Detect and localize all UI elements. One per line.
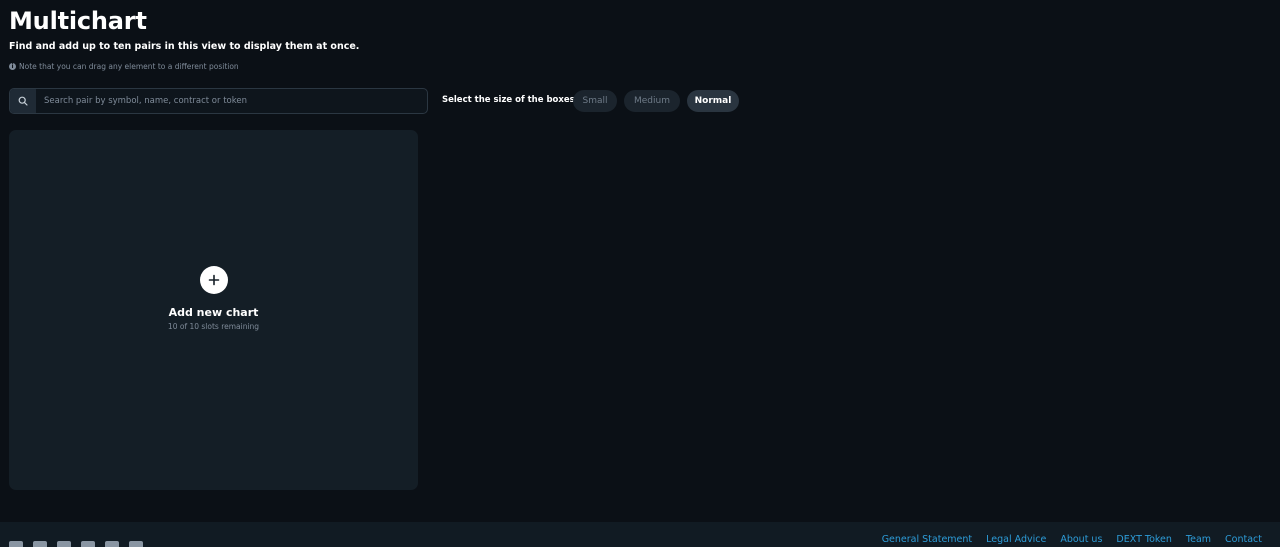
drag-note-text: Note that you can drag any element to a … — [19, 62, 239, 71]
footer-link-team[interactable]: Team — [1186, 534, 1211, 545]
youtube-icon[interactable] — [129, 541, 143, 547]
discord-icon[interactable] — [57, 541, 71, 547]
footer-link-legal-advice[interactable]: Legal Advice — [986, 534, 1046, 545]
footer-link-contact[interactable]: Contact — [1225, 534, 1262, 545]
page-title: Multichart — [9, 7, 147, 35]
footer-link-dext-token[interactable]: DEXT Token — [1116, 534, 1172, 545]
size-medium-button[interactable]: Medium — [624, 90, 680, 112]
chart-slot[interactable]: Add new chart 10 of 10 slots remaining — [9, 130, 418, 490]
reddit-icon[interactable] — [33, 541, 47, 547]
drag-note: i Note that you can drag any element to … — [9, 62, 239, 71]
multichart-page: Multichart Find and add up to ten pairs … — [0, 0, 1280, 547]
page-subtitle: Find and add up to ten pairs in this vie… — [9, 41, 360, 52]
search-button[interactable] — [10, 89, 36, 113]
add-chart-button[interactable] — [200, 266, 228, 294]
social-links — [9, 541, 143, 547]
size-normal-button[interactable]: Normal — [687, 90, 739, 112]
search-icon — [18, 96, 28, 106]
footer-link-general-statement[interactable]: General Statement — [882, 534, 972, 545]
instagram-icon[interactable] — [81, 541, 95, 547]
footer-link-about-us[interactable]: About us — [1060, 534, 1102, 545]
size-small-button[interactable]: Small — [573, 90, 617, 112]
slots-remaining: 10 of 10 slots remaining — [167, 322, 260, 331]
footer-links: General Statement Legal Advice About us … — [882, 534, 1262, 545]
tiktok-icon[interactable] — [105, 541, 119, 547]
add-chart-label[interactable]: Add new chart — [9, 306, 418, 319]
size-selector-label: Select the size of the boxes: — [442, 95, 579, 105]
x-icon[interactable] — [9, 541, 23, 547]
footer: General Statement Legal Advice About us … — [0, 522, 1280, 547]
plus-icon — [208, 274, 220, 286]
search-input[interactable] — [36, 89, 427, 113]
search-bar — [9, 88, 428, 114]
info-icon: i — [9, 63, 16, 70]
